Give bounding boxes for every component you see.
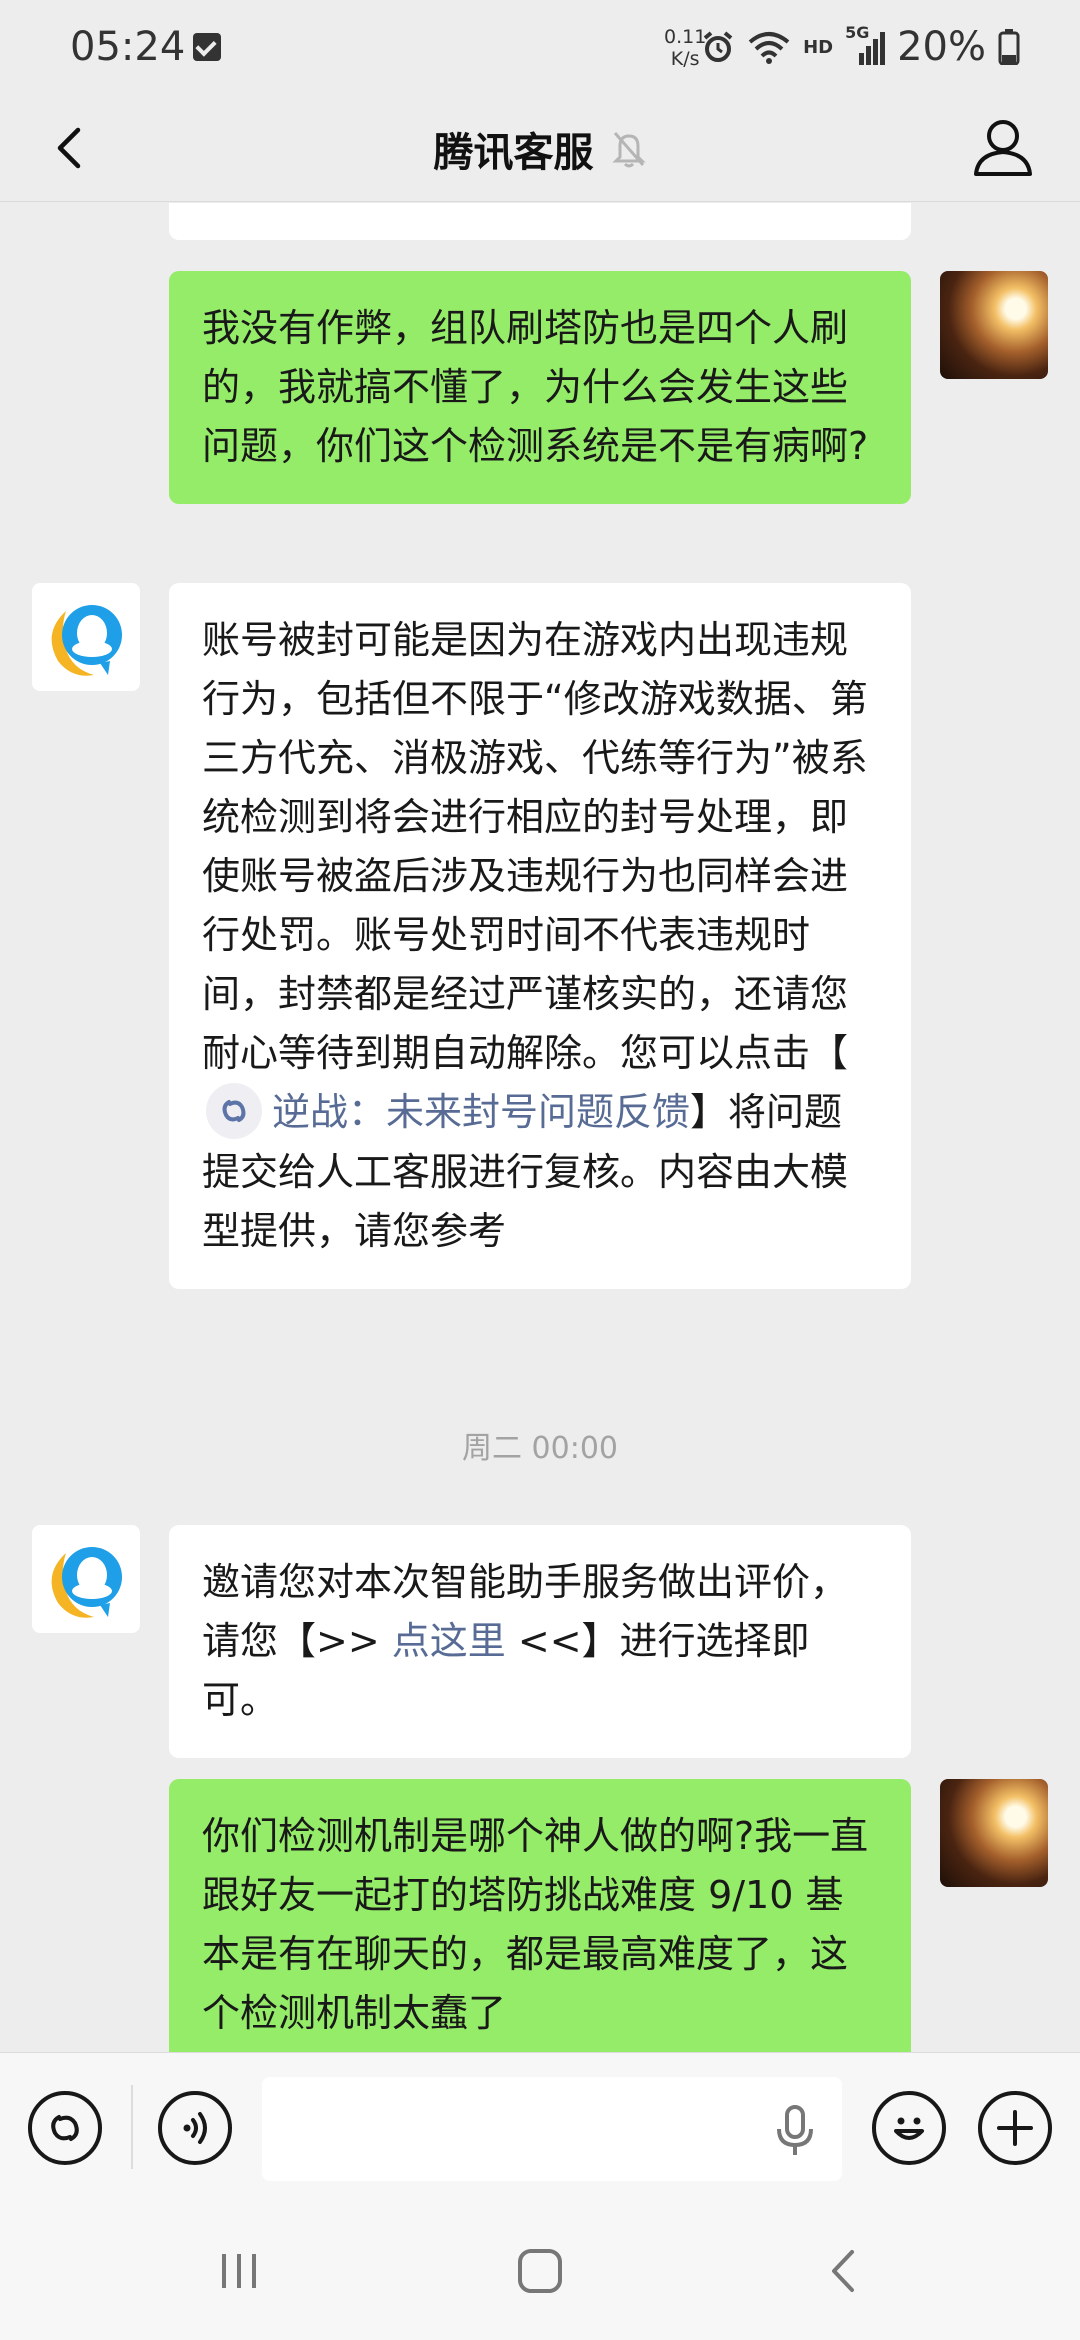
user-avatar[interactable] bbox=[940, 271, 1048, 379]
signal-icon: 5G bbox=[845, 23, 886, 65]
mini-program-button[interactable] bbox=[28, 2091, 102, 2165]
wifi-icon bbox=[748, 32, 790, 64]
system-navigation-bar bbox=[0, 2202, 1080, 2340]
mute-bell-icon bbox=[611, 132, 646, 168]
battery-percent: 20% bbox=[897, 24, 986, 70]
qq-service-logo-icon bbox=[51, 605, 122, 676]
profile-icon[interactable] bbox=[968, 112, 1038, 182]
system-back-icon[interactable] bbox=[820, 2246, 870, 2296]
microphone-icon[interactable] bbox=[775, 2105, 815, 2157]
chat-area[interactable]: 我没有作弊，组队刷塔防也是四个人刷的，我就搞不懂了，为什么会发生这些问题，你们这… bbox=[0, 203, 1080, 2053]
service-avatar[interactable] bbox=[32, 1525, 140, 1633]
service-avatar[interactable] bbox=[32, 583, 140, 691]
voice-icon bbox=[183, 2112, 207, 2144]
rating-link[interactable]: 点这里 bbox=[392, 1619, 506, 1663]
message-bubble-received[interactable]: 账号被封可能是因为在游戏内出现违规行为，包括但不限于“修改游戏数据、第三方代充、… bbox=[169, 583, 911, 1289]
alarm-icon bbox=[703, 31, 733, 62]
qq-service-logo-icon bbox=[51, 1547, 122, 1618]
page-title: 腾讯客服 bbox=[433, 130, 594, 176]
recent-apps-icon[interactable] bbox=[214, 2246, 264, 2296]
feedback-link[interactable]: 逆战：未来封号问题反馈 bbox=[272, 1090, 690, 1134]
timestamp: 周二 00:00 bbox=[462, 1431, 618, 1466]
network-speed: 0.11 K/s bbox=[664, 26, 707, 70]
message-input[interactable] bbox=[262, 2077, 842, 2181]
message-bubble-received[interactable]: 邀请您对本次智能助手服务做出评价，请您【>> 点这里 <<】进行选择即可。 bbox=[169, 1525, 911, 1758]
more-actions-button[interactable] bbox=[978, 2091, 1052, 2165]
battery-icon bbox=[998, 29, 1020, 65]
message-bubble-partial bbox=[169, 203, 911, 240]
link-icon bbox=[51, 2115, 79, 2141]
status-time: 05:24 bbox=[70, 24, 186, 70]
input-bar bbox=[0, 2052, 1080, 2202]
input-divider bbox=[131, 2085, 133, 2169]
home-icon[interactable] bbox=[515, 2246, 565, 2296]
notification-check-icon bbox=[193, 33, 221, 61]
mini-program-icon bbox=[206, 1082, 262, 1139]
voice-toggle-button[interactable] bbox=[158, 2091, 232, 2165]
chat-header: 腾讯客服 bbox=[0, 96, 1080, 202]
status-icons: HD 5G 20% bbox=[701, 23, 1020, 70]
plus-icon bbox=[997, 2110, 1033, 2146]
message-bubble-sent[interactable]: 我没有作弊，组队刷塔防也是四个人刷的，我就搞不懂了，为什么会发生这些问题，你们这… bbox=[169, 271, 911, 504]
emoji-button[interactable] bbox=[872, 2091, 946, 2165]
hd-indicator: HD bbox=[803, 36, 834, 58]
message-text: 账号被封可能是因为在游戏内出现违规行为，包括但不限于“修改游戏数据、第三方代充、… bbox=[202, 618, 868, 1075]
user-avatar[interactable] bbox=[940, 1779, 1048, 1887]
status-bar: 05:24 0.11 K/s HD 5G 20% bbox=[0, 0, 1080, 96]
message-bubble-sent[interactable]: 你们检测机制是哪个神人做的啊?我一直跟好友一起打的塔防挑战难度 9/10 基本是… bbox=[169, 1779, 911, 2053]
smiley-icon bbox=[894, 2117, 924, 2140]
